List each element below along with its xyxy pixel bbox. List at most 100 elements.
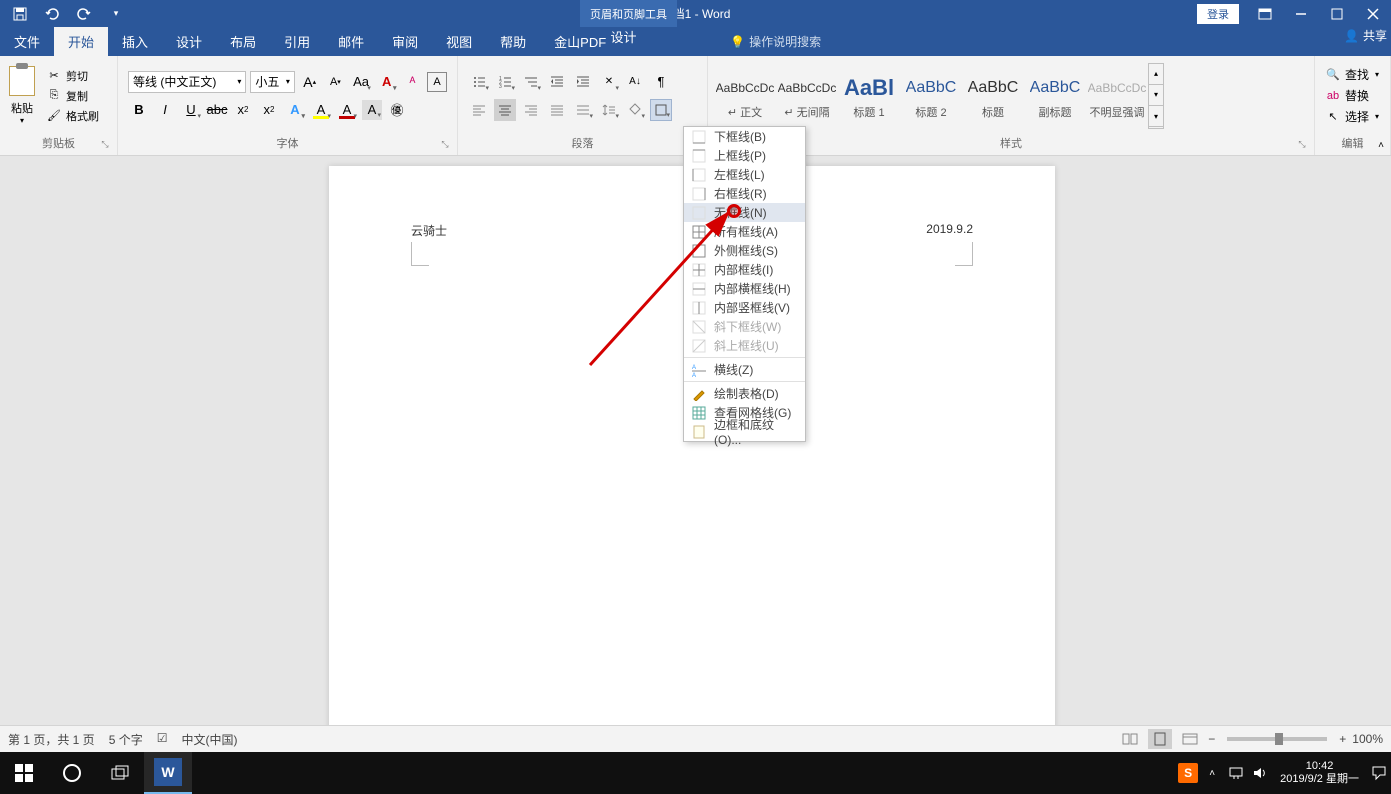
tray-sogou-ime[interactable]: S: [1176, 752, 1200, 794]
cortana-button[interactable]: [48, 752, 96, 794]
style-item-6[interactable]: AaBbCcDc不明显强调: [1086, 63, 1148, 129]
clipboard-launcher[interactable]: ⤡: [99, 139, 111, 151]
minimize-button[interactable]: [1283, 0, 1319, 27]
grow-font-button[interactable]: A▴: [299, 71, 321, 93]
bullets-button[interactable]: [468, 71, 490, 93]
increase-indent-button[interactable]: [572, 71, 594, 93]
paste-button[interactable]: 粘贴 ▾: [4, 61, 40, 131]
maximize-button[interactable]: [1319, 0, 1355, 27]
distribute-button[interactable]: [572, 99, 594, 121]
shrink-font-button[interactable]: A▾: [325, 71, 347, 93]
close-button[interactable]: [1355, 0, 1391, 27]
border-menu-draw[interactable]: 绘制表格(D): [684, 384, 805, 403]
status-words[interactable]: 5 个字: [109, 731, 143, 748]
status-page[interactable]: 第 1 页，共 1 页: [8, 731, 95, 748]
tell-me-search[interactable]: 💡 操作说明搜索: [730, 27, 821, 56]
styles-scroll-up[interactable]: ▴: [1149, 64, 1163, 85]
font-size-combo[interactable]: 小五▾: [250, 71, 294, 93]
italic-button[interactable]: I: [154, 99, 176, 121]
border-menu-inside[interactable]: 内部框线(I): [684, 260, 805, 279]
tray-action-center[interactable]: [1367, 752, 1391, 794]
shading-button[interactable]: [624, 99, 646, 121]
task-view-button[interactable]: [96, 752, 144, 794]
start-button[interactable]: [0, 752, 48, 794]
style-item-0[interactable]: AaBbCcDc↵ 正文: [714, 63, 776, 129]
multilevel-list-button[interactable]: [520, 71, 542, 93]
tab-insert[interactable]: 插入: [108, 27, 162, 56]
tab-design[interactable]: 设计: [162, 27, 216, 56]
border-menu-left[interactable]: 左框线(L): [684, 165, 805, 184]
clear-formatting-button[interactable]: ᴬ: [402, 71, 424, 93]
find-button[interactable]: 🔍查找▾: [1323, 65, 1381, 84]
tab-mailings[interactable]: 邮件: [324, 27, 378, 56]
taskbar-word-button[interactable]: W: [144, 752, 192, 794]
redo-button[interactable]: [72, 2, 96, 26]
zoom-out-button[interactable]: −: [1208, 732, 1215, 746]
tab-file[interactable]: 文件: [0, 27, 54, 56]
font-color-button[interactable]: A: [336, 99, 358, 121]
tab-layout[interactable]: 布局: [216, 27, 270, 56]
status-proofing[interactable]: ☑: [157, 731, 168, 748]
zoom-in-button[interactable]: +: [1339, 732, 1346, 746]
border-menu-none[interactable]: 无框线(N): [684, 203, 805, 222]
bold-button[interactable]: B: [128, 99, 150, 121]
collapse-ribbon-button[interactable]: ˄: [1373, 137, 1389, 153]
styles-launcher[interactable]: ⤡: [1296, 139, 1308, 151]
border-menu-dialog[interactable]: 边框和底纹(O)...: [684, 422, 805, 441]
border-menu-inside-v[interactable]: 内部竖框线(V): [684, 298, 805, 317]
login-button[interactable]: 登录: [1197, 4, 1239, 24]
tab-help[interactable]: 帮助: [486, 27, 540, 56]
subscript-button[interactable]: x2: [232, 99, 254, 121]
styles-expand[interactable]: ▾: [1149, 106, 1163, 127]
tab-review[interactable]: 审阅: [378, 27, 432, 56]
replace-button[interactable]: ab替换: [1323, 86, 1381, 105]
asian-layout-button[interactable]: ✕: [598, 71, 620, 93]
show-marks-button[interactable]: ¶: [650, 71, 672, 93]
decrease-indent-button[interactable]: [546, 71, 568, 93]
style-item-4[interactable]: AaBbC标题: [962, 63, 1024, 129]
tab-context-design[interactable]: 设计: [580, 27, 667, 46]
phonetic-guide-button[interactable]: A: [376, 71, 398, 93]
qat-customize-button[interactable]: ▾: [104, 2, 128, 26]
border-menu-inside-h[interactable]: 内部横框线(H): [684, 279, 805, 298]
tab-view[interactable]: 视图: [432, 27, 486, 56]
status-language[interactable]: 中文(中国): [181, 731, 237, 748]
style-item-3[interactable]: AaBbC标题 2: [900, 63, 962, 129]
style-item-2[interactable]: AaBl标题 1: [838, 63, 900, 129]
line-spacing-button[interactable]: [598, 99, 620, 121]
styles-scroll-down[interactable]: ▾: [1149, 85, 1163, 106]
change-case-button[interactable]: Aa: [350, 71, 372, 93]
zoom-slider[interactable]: [1227, 737, 1327, 741]
tab-home[interactable]: 开始: [54, 27, 108, 56]
undo-button[interactable]: [40, 2, 64, 26]
copy-button[interactable]: ⎘复制: [42, 87, 103, 105]
tray-clock[interactable]: 10:42 2019/9/2 星期一: [1272, 760, 1367, 786]
save-button[interactable]: [8, 2, 32, 26]
character-border-button[interactable]: A: [427, 72, 447, 92]
cut-button[interactable]: ✂剪切: [42, 67, 103, 85]
align-center-button[interactable]: [494, 99, 516, 121]
border-menu-bottom[interactable]: 下框线(B): [684, 127, 805, 146]
tab-references[interactable]: 引用: [270, 27, 324, 56]
align-left-button[interactable]: [468, 99, 490, 121]
ribbon-display-options-button[interactable]: [1247, 0, 1283, 27]
border-menu-right[interactable]: 右框线(R): [684, 184, 805, 203]
superscript-button[interactable]: x2: [258, 99, 280, 121]
share-button[interactable]: 👤 共享: [1344, 27, 1387, 44]
zoom-level[interactable]: 100%: [1352, 732, 1383, 746]
style-item-5[interactable]: AaBbC副标题: [1024, 63, 1086, 129]
highlight-button[interactable]: A: [310, 99, 332, 121]
font-name-combo[interactable]: 等线 (中文正文)▾: [128, 71, 246, 93]
style-item-1[interactable]: AaBbCcDc↵ 无间隔: [776, 63, 838, 129]
tray-show-hidden[interactable]: ˄: [1200, 752, 1224, 794]
border-menu-hline[interactable]: AA横线(Z): [684, 360, 805, 379]
underline-button[interactable]: U: [180, 99, 202, 121]
view-print-layout-button[interactable]: [1148, 729, 1172, 749]
enclose-characters-button[interactable]: ㊝: [386, 99, 408, 121]
justify-button[interactable]: [546, 99, 568, 121]
border-menu-all[interactable]: 所有框线(A): [684, 222, 805, 241]
tray-volume-icon[interactable]: [1248, 752, 1272, 794]
numbering-button[interactable]: 123: [494, 71, 516, 93]
border-menu-outside[interactable]: 外侧框线(S): [684, 241, 805, 260]
select-button[interactable]: ↖选择▾: [1323, 107, 1381, 126]
